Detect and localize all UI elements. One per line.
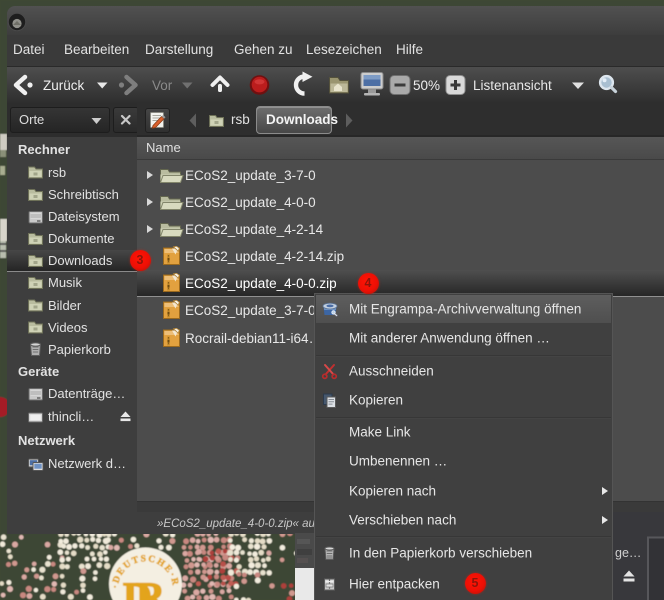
- svg-text:DR: DR: [123, 574, 166, 600]
